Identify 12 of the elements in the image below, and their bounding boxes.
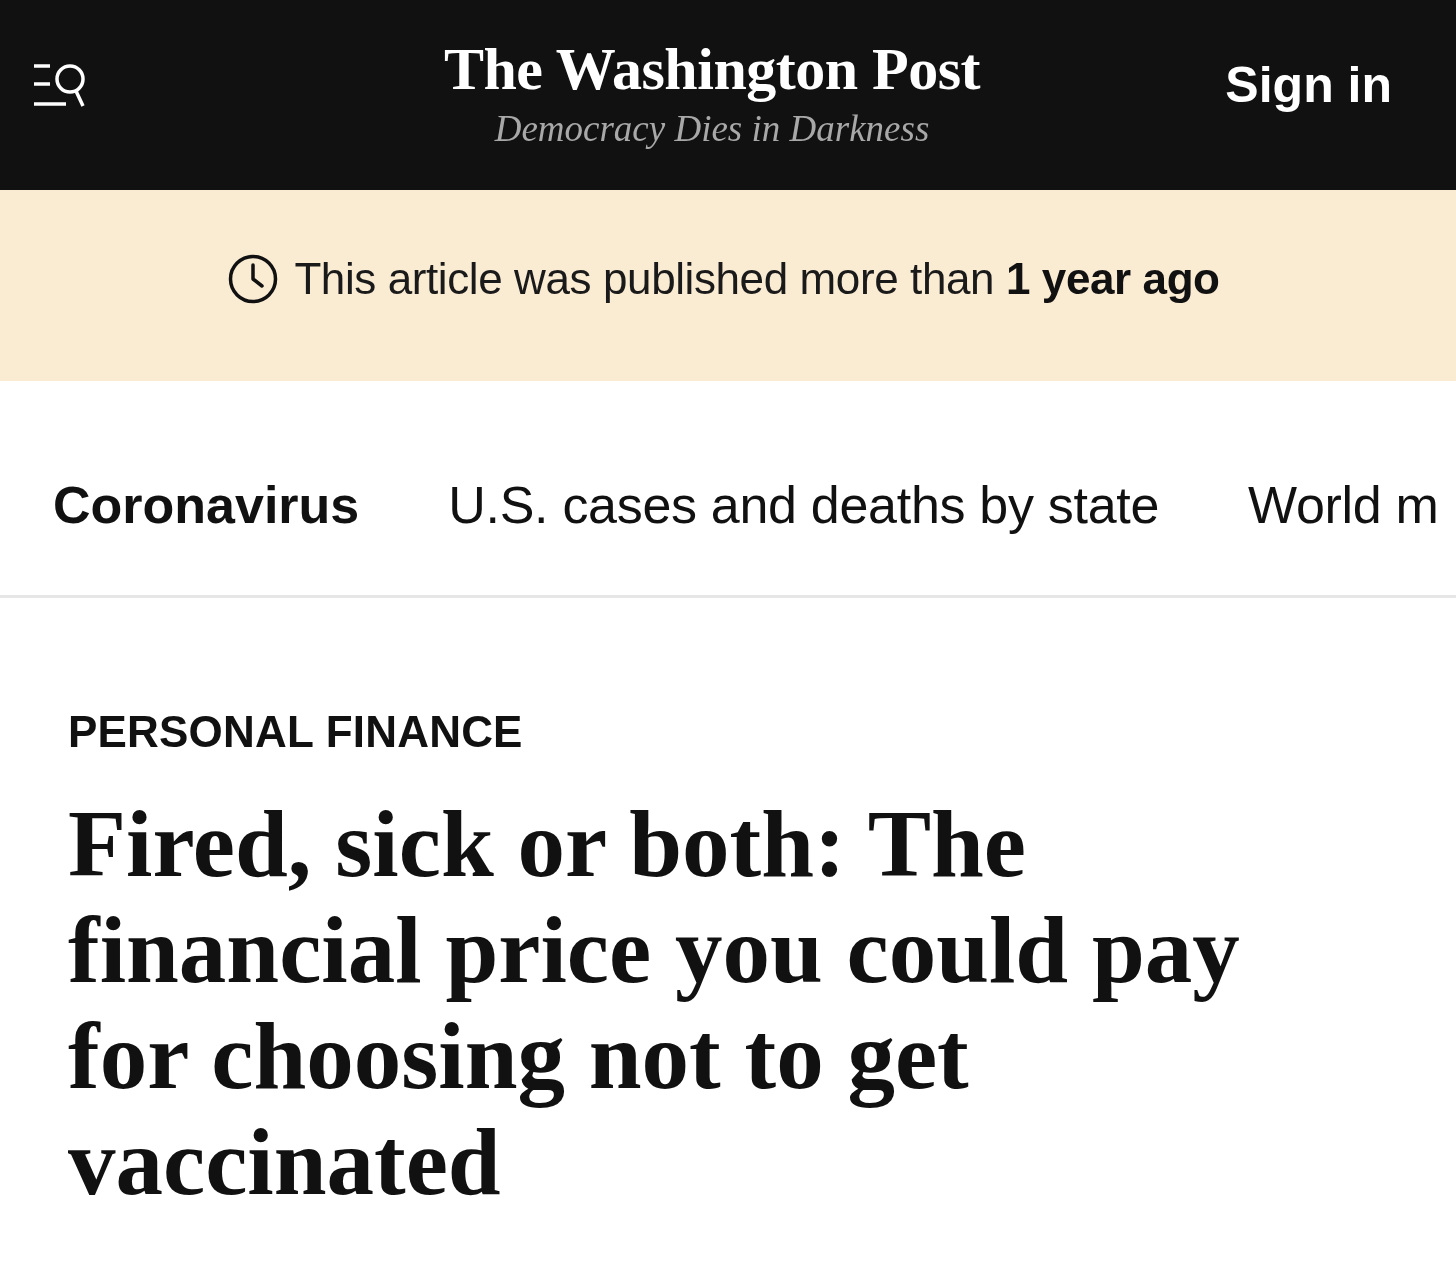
- menu-search-icon: [32, 62, 88, 108]
- nav-link[interactable]: U.S. cases and deaths by state: [448, 475, 1160, 535]
- logo[interactable]: The Washington Post: [443, 34, 981, 104]
- headline: Fired, sick or both: The financial price you could pay for choosing not to get vaccinated: [68, 791, 1241, 1215]
- clock-icon: [228, 253, 279, 304]
- nav-link[interactable]: Coronavirus: [53, 475, 360, 535]
- menu-search-button[interactable]: [32, 62, 88, 108]
- notice-text: This article was published more than 1 year ago: [294, 252, 1220, 305]
- tagline: Democracy Dies in Darkness: [494, 108, 930, 150]
- nav-link[interactable]: World m: [1248, 475, 1439, 535]
- section-label[interactable]: PERSONAL FINANCE: [68, 706, 523, 757]
- sign-in-button[interactable]: Sign in: [1225, 55, 1392, 115]
